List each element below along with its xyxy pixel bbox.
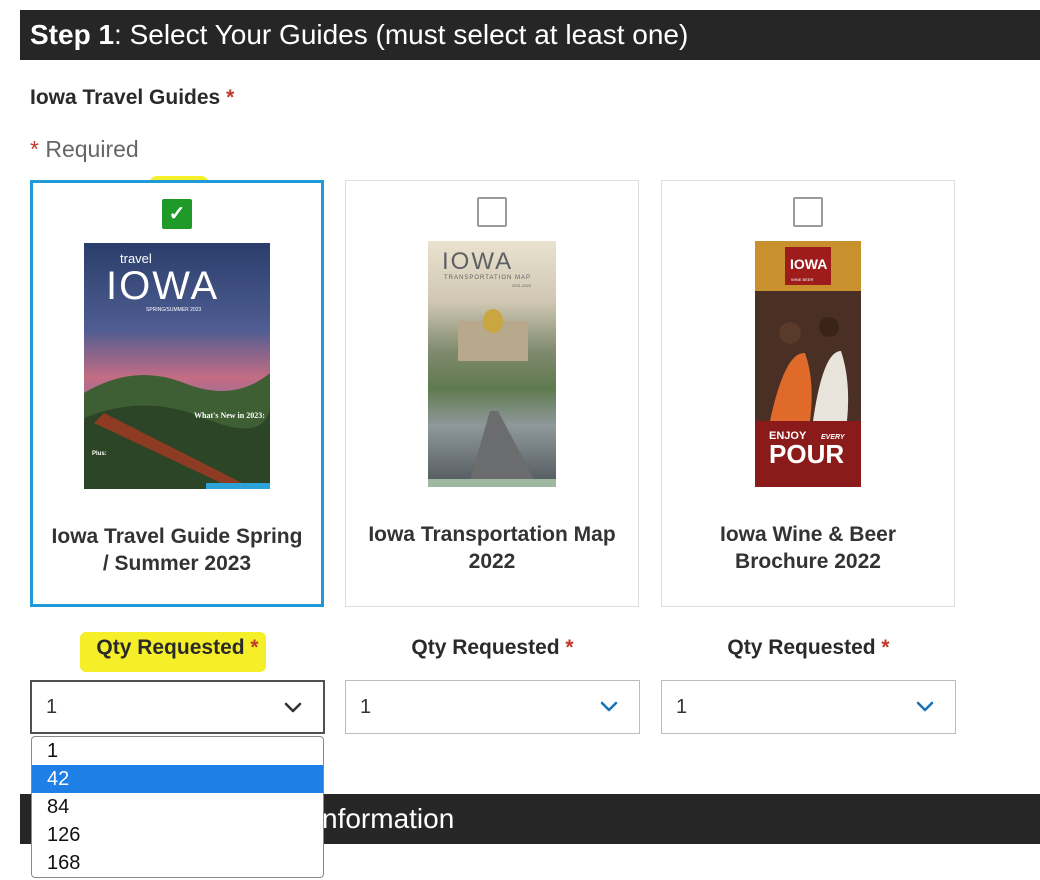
guide-checkbox[interactable] — [477, 197, 507, 227]
cover-pour: POUR — [769, 439, 844, 469]
qty-select-value: 1 — [676, 695, 688, 718]
qty-label: Qty Requested * — [661, 636, 956, 660]
chevron-down-icon — [600, 701, 618, 712]
guide-card-travel[interactable]: ✓ travel IOWA SPRING/SUMMER 2023 What's … — [30, 180, 324, 607]
required-star: * — [250, 636, 259, 659]
cover-brand: IOWA — [442, 248, 513, 275]
step-number: Step 1 — [30, 19, 115, 50]
required-star: * — [226, 86, 235, 109]
qty-select-value: 1 — [360, 695, 372, 718]
guide-card-transportation[interactable]: IOWA TRANSPORTATION MAP 2021-2022 Iowa T… — [345, 180, 639, 607]
cover-plus: Plus: — [92, 451, 107, 457]
cover-subtitle: TRANSPORTATION MAP — [444, 275, 531, 281]
dropdown-option[interactable]: 126 — [32, 821, 323, 849]
transportation-map-cover-image: IOWA TRANSPORTATION MAP 2021-2022 — [428, 241, 556, 487]
dropdown-option-active[interactable]: 42 — [32, 765, 323, 793]
chevron-down-icon — [284, 702, 302, 713]
required-note: * Required — [30, 136, 139, 163]
required-star: * — [565, 636, 574, 659]
guide-title: Iowa Transportation Map 2022 — [368, 523, 616, 573]
cover-brand: IOWA — [106, 264, 219, 308]
dropdown-option[interactable]: 84 — [32, 793, 323, 821]
qty-select-wine-beer[interactable]: 1 — [661, 680, 956, 734]
qty-label: Qty Requested * — [345, 636, 640, 660]
checkmark-icon: ✓ — [168, 203, 186, 225]
qty-select-value: 1 — [46, 695, 58, 718]
next-section-title: nformation — [322, 803, 455, 834]
cover-years: 2021-2022 — [512, 283, 532, 288]
guide-checkbox[interactable] — [793, 197, 823, 227]
qty-label-text: Qty Requested — [411, 636, 560, 659]
qty-select-transportation-map[interactable]: 1 — [345, 680, 640, 734]
chevron-down-icon — [916, 701, 934, 712]
guide-checkbox[interactable]: ✓ — [162, 199, 192, 229]
cover-edition: SPRING/SUMMER 2023 — [146, 307, 202, 313]
group-label-text: Iowa Travel Guides — [30, 86, 221, 109]
travel-guide-cover-image: travel IOWA SPRING/SUMMER 2023 What's Ne… — [84, 243, 270, 489]
required-star: * — [881, 636, 890, 659]
cover-headline: What's New in 2023: — [194, 411, 265, 420]
guide-title: Iowa Travel Guide Spring / Summer 2023 — [51, 525, 303, 575]
step-title: : Select Your Guides (must select at lea… — [114, 19, 689, 50]
dropdown-option[interactable]: 1 — [32, 737, 323, 765]
cover-brand: IOWA — [790, 256, 827, 272]
dropdown-option[interactable]: 168 — [32, 849, 323, 877]
required-star: * — [30, 136, 39, 162]
group-label: Iowa Travel Guides * — [30, 86, 234, 110]
step-header: Step 1: Select Your Guides (must select … — [20, 10, 1040, 60]
qty-label-text: Qty Requested — [727, 636, 876, 659]
qty-dropdown-list[interactable]: 1 42 84 126 168 — [31, 736, 324, 878]
required-note-text: Required — [45, 136, 139, 162]
wine-beer-cover-image: IOWA WINE BEER ENJOY EVERY POUR — [755, 241, 861, 487]
guide-title: Iowa Wine & Beer Brochure 2022 — [719, 523, 897, 573]
cover-tag: WINE BEER — [791, 277, 814, 282]
qty-label: Qty Requested * — [30, 636, 325, 660]
qty-label-text: Qty Requested — [96, 636, 245, 659]
qty-select-travel-guide[interactable]: 1 — [30, 680, 325, 734]
guide-card-wine-beer[interactable]: IOWA WINE BEER ENJOY EVERY POUR Iowa Win… — [661, 180, 955, 607]
